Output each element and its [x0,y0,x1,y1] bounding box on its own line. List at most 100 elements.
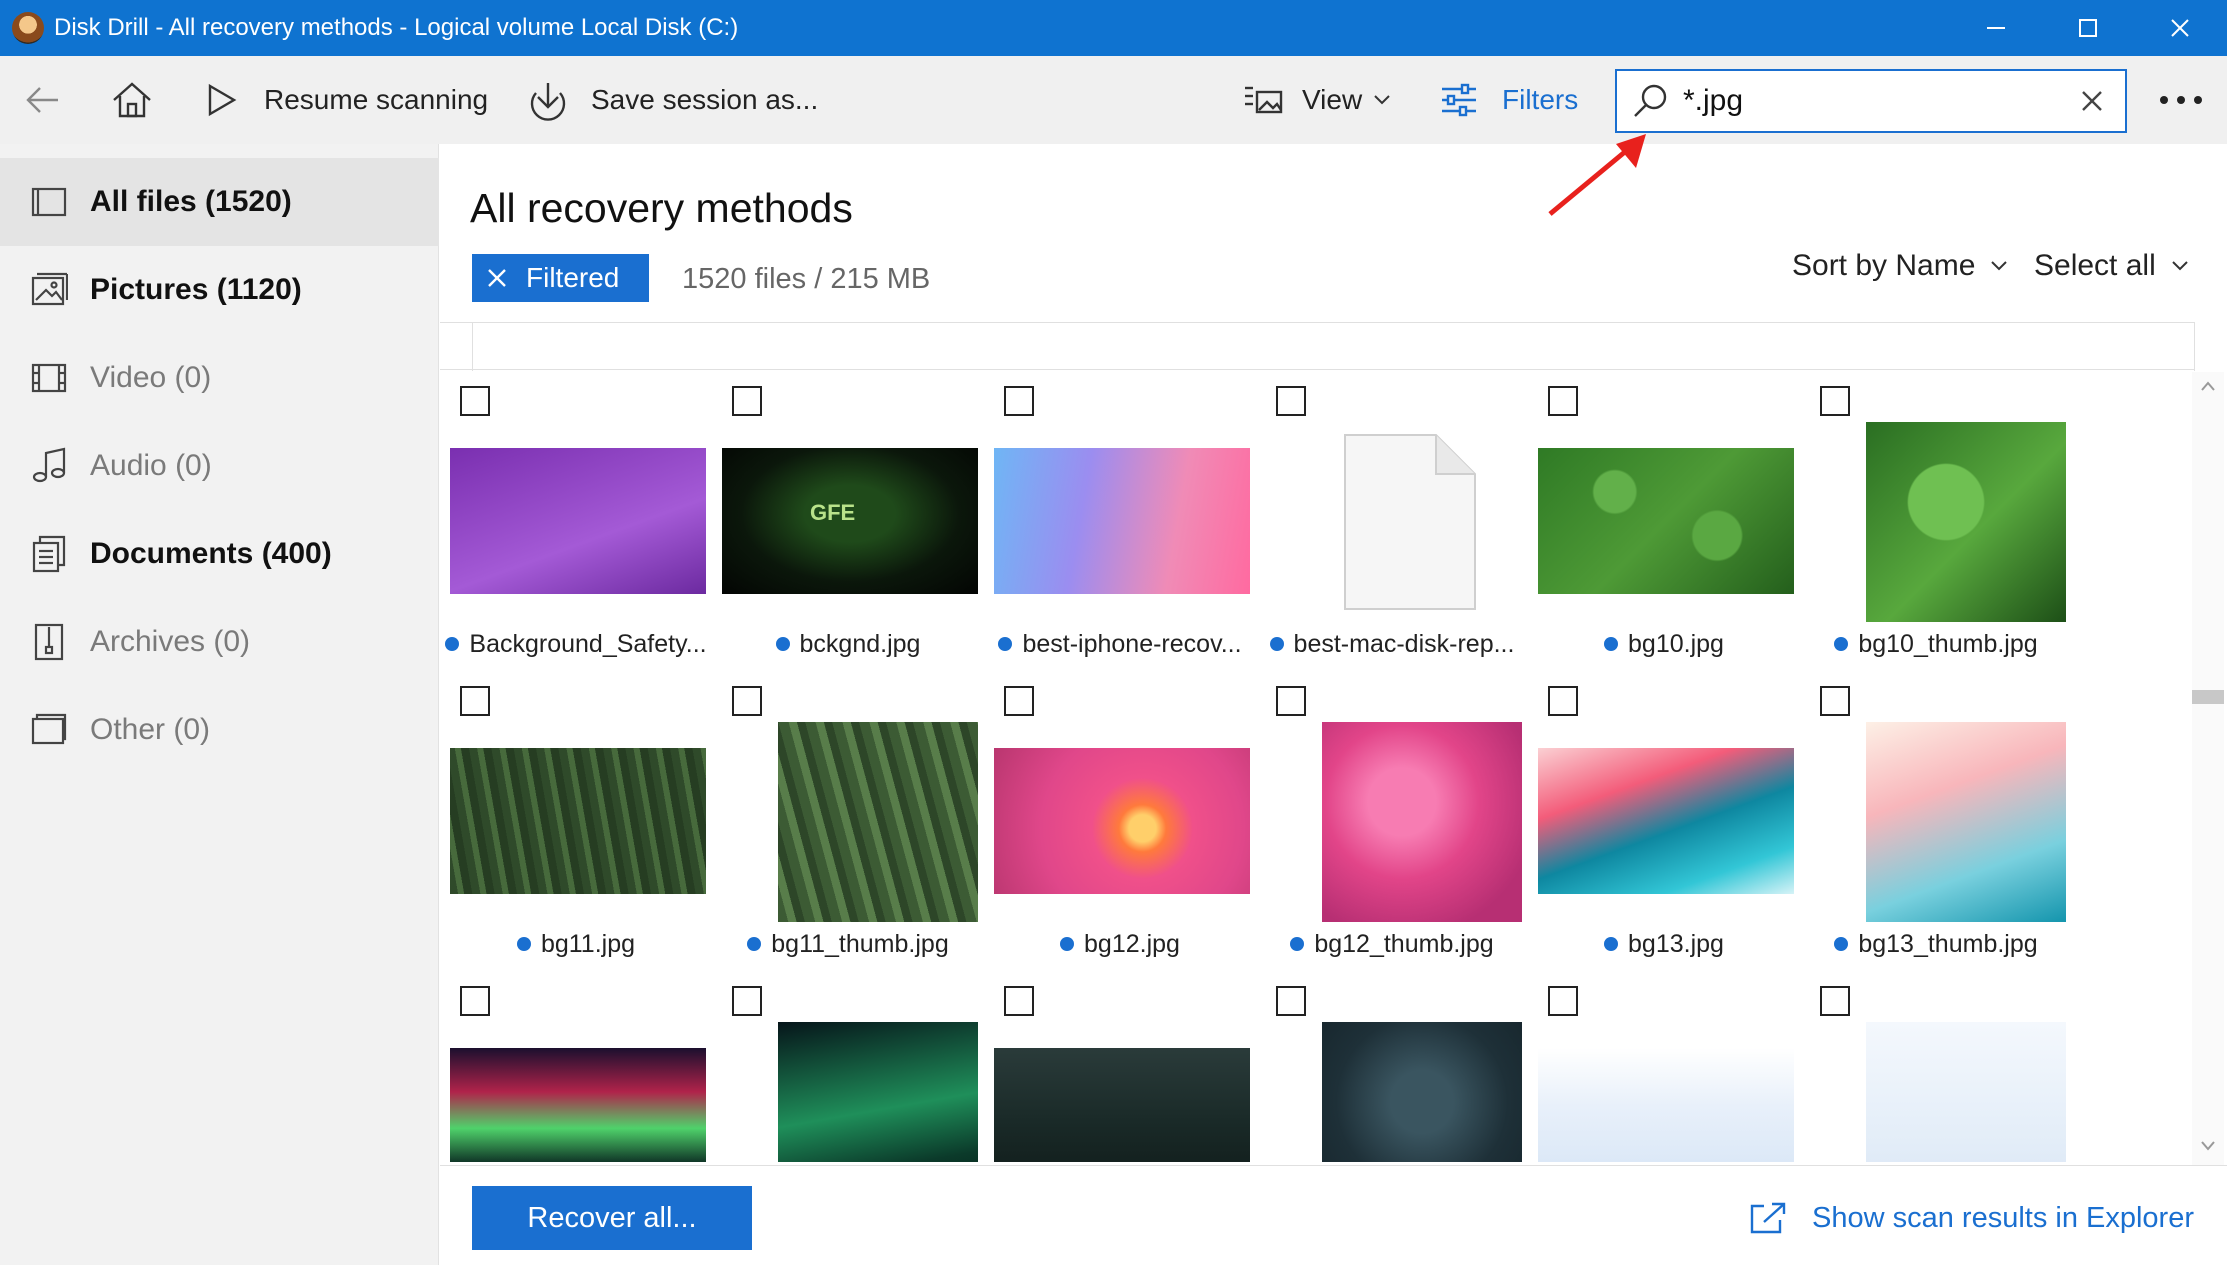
page-title: All recovery methods [470,185,853,231]
file-checkbox[interactable] [732,986,762,1016]
file-tile[interactable]: bg11.jpg [440,672,712,972]
file-thumbnail: GFE [722,448,978,594]
search-input[interactable] [1683,84,2063,118]
scroll-up-icon[interactable] [2200,380,2216,392]
sort-dropdown[interactable]: Sort by Name [1792,246,2009,286]
maximize-icon [2079,19,2097,37]
file-tile[interactable] [440,972,712,1162]
file-tile[interactable] [1800,972,2072,1162]
file-checkbox[interactable] [1276,986,1306,1016]
file-checkbox[interactable] [1820,386,1850,416]
show-in-explorer-link[interactable]: Show scan results in Explorer [1748,1186,2194,1250]
vertical-scrollbar[interactable] [2192,372,2224,1167]
file-tile[interactable] [984,972,1256,1162]
archives-zip-icon [34,623,64,661]
blank-document-icon [1344,434,1476,610]
maximize-button[interactable] [2042,0,2134,56]
save-session-button[interactable]: Save session as... [528,56,818,144]
file-tile[interactable]: bg12.jpg [984,672,1256,972]
window-title: Disk Drill - All recovery methods - Logi… [54,14,739,41]
file-tile[interactable] [1256,972,1528,1162]
chevron-down-icon [1991,261,2008,271]
sidebar-item-label: Documents (400) [90,537,332,570]
file-name-label: bg10_thumb.jpg [1858,630,2038,658]
file-checkbox[interactable] [460,386,490,416]
recovery-status-dot [1290,937,1305,951]
file-checkbox[interactable] [1276,386,1306,416]
sidebar-item-pictures[interactable]: Pictures (1120) [0,246,439,334]
file-checkbox[interactable] [1276,686,1306,716]
file-name-label: best-iphone-recov... [1022,630,1242,658]
filters-label: Filters [1502,84,1579,115]
file-name-label: best-mac-disk-rep... [1293,630,1515,658]
search-box [1615,69,2127,133]
file-tile[interactable]: bg12_thumb.jpg [1256,672,1528,972]
recovery-status-dot [1060,937,1075,951]
file-checkbox[interactable] [732,386,762,416]
sidebar-item-other[interactable]: Other (0) [0,686,439,774]
file-tile[interactable]: best-iphone-recov... [984,372,1256,672]
file-tile[interactable]: best-mac-disk-rep... [1256,372,1528,672]
file-tile[interactable]: GFE bckgnd.jpg [712,372,984,672]
file-name: bg12_thumb.jpg [1256,930,1528,959]
sidebar-item-documents[interactable]: Documents (400) [0,510,439,598]
file-tile[interactable] [712,972,984,1162]
recovery-status-dot [1269,637,1284,651]
file-checkbox[interactable] [1548,686,1578,716]
pictures-icon [31,272,68,306]
file-tile[interactable]: bg10.jpg [1528,372,1800,672]
filtered-chip[interactable]: Filtered [472,254,649,302]
more-options-button[interactable] [2158,56,2204,144]
sidebar-item-label: Other (0) [90,713,211,746]
close-window-button[interactable] [2134,0,2226,56]
footer-bar: Recover all... Show scan results in Expl… [440,1165,2227,1265]
view-menu-button[interactable]: View [1243,56,1392,144]
file-checkbox[interactable] [1004,386,1034,416]
file-checkbox[interactable] [1820,686,1850,716]
sidebar-item-archives[interactable]: Archives (0) [0,598,439,686]
file-tile[interactable]: bg13_thumb.jpg [1800,672,2072,972]
file-checkbox[interactable] [460,686,490,716]
file-tile[interactable] [1528,972,1800,1162]
file-name: bg11_thumb.jpg [712,930,984,959]
select-all-dropdown[interactable]: Select all [2034,246,2190,286]
file-tile[interactable]: Background_Safety... [440,372,712,672]
sidebar-item-video[interactable]: Video (0) [0,334,439,422]
file-checkbox[interactable] [1548,386,1578,416]
filters-sliders-icon [1442,83,1476,117]
file-checkbox[interactable] [1004,686,1034,716]
file-name: bckgnd.jpg [712,630,984,659]
search-icon [1634,84,1667,117]
file-checkbox[interactable] [1548,986,1578,1016]
file-checkbox[interactable] [732,686,762,716]
file-tile[interactable]: bg13.jpg [1528,672,1800,972]
file-thumbnail [778,1022,978,1162]
audio-note-icon [32,447,66,483]
home-button[interactable] [110,56,154,144]
file-thumbnail [450,1048,706,1162]
sidebar-item-audio[interactable]: Audio (0) [0,422,439,510]
sidebar-item-all-files[interactable]: All files (1520) [0,158,439,246]
file-checkbox[interactable] [1820,986,1850,1016]
save-session-label: Save session as... [591,84,819,115]
scroll-down-icon[interactable] [2200,1140,2216,1152]
file-checkbox[interactable] [460,986,490,1016]
resume-scanning-button[interactable]: Resume scanning [204,56,488,144]
minimize-icon [1987,27,2005,29]
file-name-label: bg11_thumb.jpg [771,930,949,958]
file-tile[interactable]: bg10_thumb.jpg [1800,372,2072,672]
recover-all-button[interactable]: Recover all... [472,1186,752,1250]
file-name: bg11.jpg [440,930,712,959]
file-thumbnail [450,448,706,594]
recovery-status-dot [747,937,762,951]
file-checkbox[interactable] [1004,986,1034,1016]
close-icon [2171,19,2189,37]
back-button[interactable] [22,56,62,144]
clear-search-icon[interactable] [2079,88,2105,114]
file-tile[interactable]: bg11_thumb.jpg [712,672,984,972]
recovery-status-dot [516,937,531,951]
recovery-status-dot [998,637,1013,651]
minimize-button[interactable] [1950,0,2042,56]
scrollbar-thumb[interactable] [2192,690,2224,704]
file-name-label: bg13_thumb.jpg [1858,930,2038,958]
